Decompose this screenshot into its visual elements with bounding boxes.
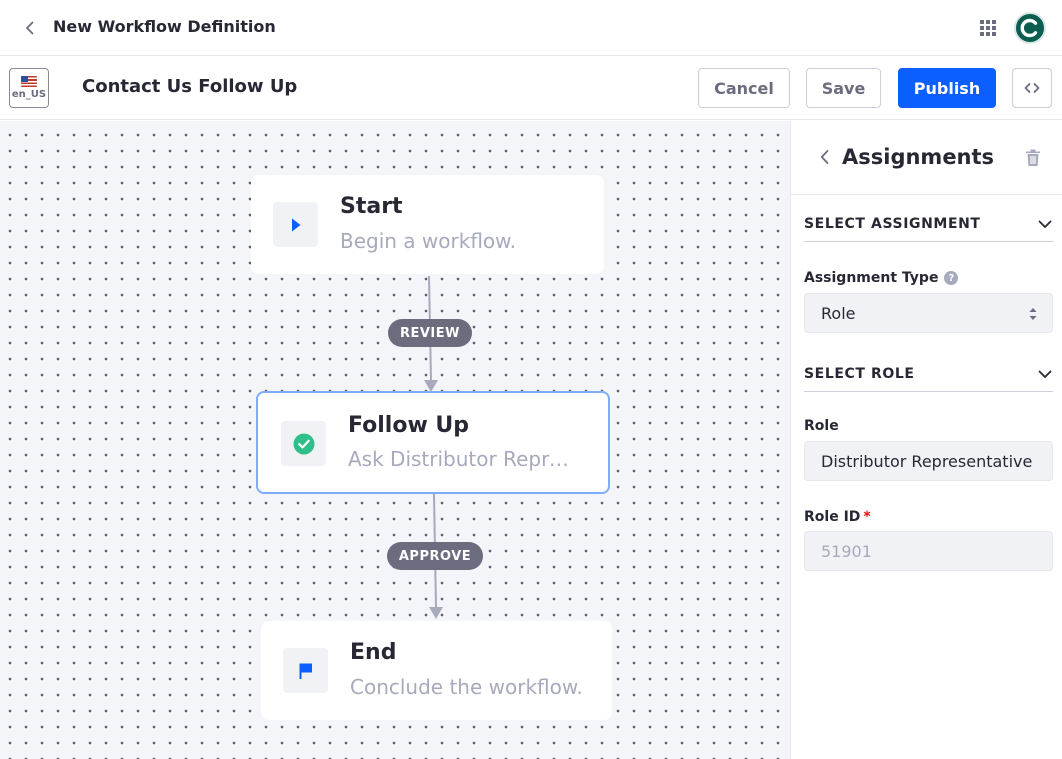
node-icon-box bbox=[281, 421, 326, 466]
help-icon[interactable]: ? bbox=[944, 271, 959, 285]
chevron-down-icon bbox=[1038, 370, 1052, 378]
section-title: SELECT ASSIGNMENT bbox=[804, 216, 981, 232]
node-icon-box bbox=[283, 648, 328, 693]
apps-button[interactable] bbox=[976, 16, 1000, 40]
save-button[interactable]: Save bbox=[806, 68, 881, 108]
sidebar-title: Assignments bbox=[842, 145, 995, 169]
workflow-node-follow-up[interactable]: Follow Up Ask Distributor Representative… bbox=[256, 391, 610, 494]
user-avatar[interactable] bbox=[1014, 12, 1046, 44]
language-label: en_US bbox=[11, 89, 47, 100]
flag-icon bbox=[299, 663, 312, 679]
definition-name: Contact Us Follow Up bbox=[82, 76, 298, 97]
role-id-label-text: Role ID bbox=[804, 509, 861, 525]
select-role-section-header[interactable]: SELECT ROLE bbox=[804, 364, 1053, 392]
transition-label-approve[interactable]: APPROVE bbox=[387, 542, 483, 570]
chevron-left-icon bbox=[26, 21, 34, 35]
cancel-button[interactable]: Cancel bbox=[698, 68, 790, 108]
section-title: SELECT ROLE bbox=[804, 366, 915, 382]
back-button[interactable] bbox=[18, 16, 42, 40]
assignment-type-label-text: Assignment Type bbox=[804, 270, 939, 286]
play-icon bbox=[291, 218, 300, 231]
publish-button[interactable]: Publish bbox=[898, 68, 996, 108]
node-title: Start bbox=[340, 194, 403, 219]
source-view-button[interactable] bbox=[1012, 68, 1052, 108]
code-icon bbox=[1024, 83, 1040, 93]
workflow-node-start[interactable]: Start Begin a workflow. bbox=[251, 175, 604, 274]
node-title: Follow Up bbox=[348, 413, 470, 438]
role-field[interactable]: Distributor Representative bbox=[804, 441, 1053, 481]
properties-sidebar: Assignments SELECT ASSIGNMENT Assignment… bbox=[790, 121, 1062, 759]
role-id-field: 51901 bbox=[804, 531, 1053, 571]
check-circle-icon bbox=[293, 433, 314, 454]
assignment-type-value: Role bbox=[821, 303, 856, 323]
role-id-label: Role ID * bbox=[804, 509, 871, 525]
us-flag-icon bbox=[21, 76, 37, 87]
language-selector[interactable]: en_US bbox=[9, 68, 49, 108]
caret-double-icon bbox=[1029, 308, 1037, 320]
arrowhead-icon bbox=[429, 607, 443, 619]
top-bar: New Workflow Definition bbox=[0, 0, 1062, 56]
transition-label-review[interactable]: REVIEW bbox=[388, 319, 472, 347]
role-label: Role bbox=[804, 418, 839, 434]
delete-button[interactable] bbox=[1021, 146, 1045, 170]
node-description: Begin a workflow. bbox=[340, 229, 517, 253]
page-title: New Workflow Definition bbox=[53, 17, 276, 36]
required-marker: * bbox=[863, 509, 871, 525]
definition-toolbar: en_US Contact Us Follow Up Cancel Save P… bbox=[0, 56, 1062, 120]
chevron-left-icon bbox=[820, 150, 829, 164]
workflow-node-end[interactable]: End Conclude the workflow. bbox=[261, 621, 612, 720]
avatar-logo-icon bbox=[1020, 18, 1038, 38]
chevron-down-icon bbox=[1038, 220, 1052, 228]
node-description: Ask Distributor Representative to follow… bbox=[348, 447, 576, 471]
trash-icon bbox=[1026, 149, 1040, 166]
assignment-type-select[interactable]: Role bbox=[804, 293, 1053, 333]
assignment-type-label: Assignment Type? bbox=[804, 270, 959, 286]
select-assignment-section-header[interactable]: SELECT ASSIGNMENT bbox=[804, 214, 1053, 242]
apps-grid-icon bbox=[980, 20, 996, 36]
node-icon-box bbox=[273, 202, 318, 247]
sidebar-header: Assignments bbox=[791, 121, 1062, 195]
workflow-canvas[interactable]: Start Begin a workflow. Follow Up Ask Di… bbox=[0, 121, 790, 759]
node-title: End bbox=[350, 640, 397, 665]
sidebar-back-button[interactable] bbox=[813, 145, 837, 169]
node-description: Conclude the workflow. bbox=[350, 675, 583, 699]
